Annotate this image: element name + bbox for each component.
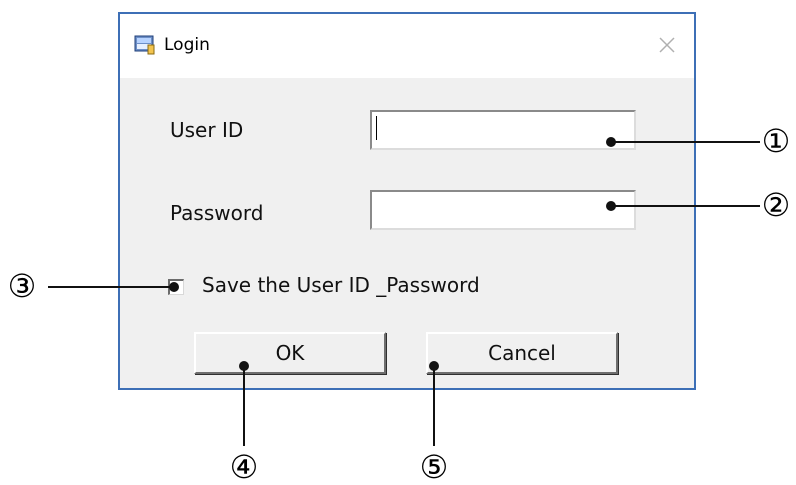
callout-3: ③ bbox=[8, 267, 37, 305]
annotation-overlay: ① ② ③ ④ ⑤ bbox=[8, 122, 791, 485]
callout-4: ④ bbox=[230, 448, 259, 485]
callout-2: ② bbox=[762, 186, 791, 224]
callout-5: ⑤ bbox=[420, 448, 449, 485]
callout-lines bbox=[48, 137, 760, 446]
callout-1: ① bbox=[762, 122, 791, 160]
